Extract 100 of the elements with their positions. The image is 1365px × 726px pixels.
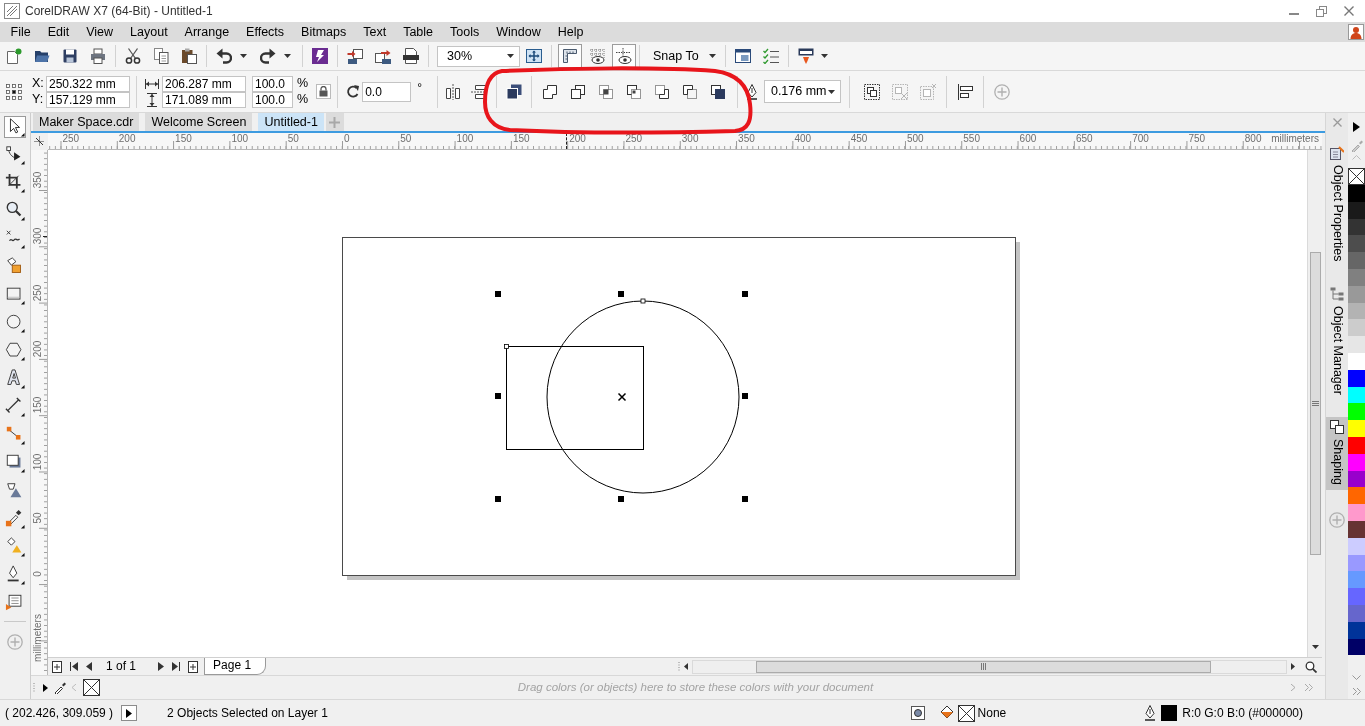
vertical-scrollbar[interactable] [1307,150,1322,657]
eyedropper-icon[interactable] [4,508,26,530]
selection-handle[interactable] [742,393,748,399]
document-tab[interactable]: Welcome Screen [145,113,253,131]
menu-item[interactable]: Help [549,22,592,42]
menu-item[interactable]: Text [354,22,395,42]
menu-item[interactable]: Arrange [176,22,238,42]
ellipse-icon[interactable] [4,312,26,334]
docker-tab[interactable]: Object Manager [1326,283,1348,401]
clipboard-icon[interactable] [181,48,197,64]
lightning-tile-icon[interactable] [312,48,328,64]
overlapping-squares-icon[interactable] [569,83,586,100]
flyout-arrow-icon[interactable] [1353,122,1360,132]
user-icon[interactable] [1348,24,1364,40]
close-icon[interactable] [1344,6,1354,16]
selection-handle[interactable] [742,496,748,502]
framed-squares-icon[interactable] [863,83,880,100]
caret-icon[interactable] [283,54,291,58]
color-swatch[interactable] [1348,571,1365,589]
merged-squares-icon[interactable] [541,83,558,100]
no-color-swatch[interactable] [1348,168,1365,185]
color-swatch[interactable] [1348,487,1365,505]
banded-document-icon[interactable] [403,48,419,64]
node-handle[interactable] [640,298,646,304]
selection-handle[interactable] [742,291,748,297]
expand-arrow-icon[interactable] [43,683,48,692]
scale-x-field[interactable]: 100.0 [252,75,293,92]
scroll-left-icon[interactable] [684,663,688,670]
outline-width-dropdown[interactable]: 0.176 mm [763,80,841,103]
scrollbar-thumb[interactable] [1309,252,1321,555]
caret-icon[interactable] [239,54,247,58]
no-color-icon[interactable] [83,679,100,696]
add-page-icon[interactable] [188,660,199,673]
combined-squares-icon[interactable] [505,83,522,100]
status-menu-button[interactable] [121,705,138,721]
text-tool-icon[interactable] [4,368,26,390]
dotted-squares-icon[interactable] [653,83,670,100]
color-swatch[interactable] [1348,403,1365,421]
node-handle[interactable] [504,344,509,349]
rulers-toggle[interactable] [558,44,582,68]
selection-handle[interactable] [495,393,501,399]
snap-to-dropdown[interactable]: Snap To [647,45,722,67]
menu-item[interactable]: Edit [39,22,78,42]
new-document-icon[interactable] [6,48,22,64]
restore-icon[interactable] [1316,5,1327,17]
selection-handle[interactable] [618,496,624,502]
copy-icon[interactable] [153,48,169,64]
nested-squares-icon[interactable] [625,83,642,100]
stacked-squares-icon[interactable] [709,83,726,100]
export-icon[interactable] [375,48,391,64]
guidelines-toggle[interactable] [612,44,636,68]
color-swatch[interactable] [1348,235,1365,253]
hexagon-icon[interactable] [4,340,26,362]
scroll-down-icon[interactable] [1311,645,1319,649]
zoom-icon[interactable] [4,200,26,222]
full-screen-icon[interactable] [526,48,542,64]
folder-icon[interactable] [34,48,50,64]
document-tab[interactable]: Maker Space.cdr [33,113,140,131]
lock-ratio-button[interactable] [316,84,332,99]
selection-handle[interactable] [618,291,624,297]
menu-item[interactable]: Layout [121,22,177,42]
object-origin-icon[interactable] [6,83,22,100]
docker-tab[interactable]: Object Properties [1326,143,1348,268]
docker-tab[interactable]: Shaping [1326,416,1348,491]
drop-shadow-icon[interactable] [4,452,26,474]
save-icon[interactable] [62,48,78,64]
fill-bucket-icon[interactable] [938,705,955,721]
caret-icon[interactable] [821,54,829,58]
options-window-icon[interactable] [734,48,751,64]
menu-item[interactable]: View [77,22,122,42]
window-flame-icon[interactable] [797,48,814,64]
connector-icon[interactable] [4,424,26,446]
zoom-level-dropdown[interactable]: 30% [437,45,520,67]
selection-handle[interactable] [495,291,501,297]
zoom-icon[interactable] [1305,660,1317,673]
color-swatch[interactable] [1348,252,1365,269]
squiggle-icon[interactable] [4,228,26,250]
color-swatch[interactable] [1348,588,1365,605]
redo-icon[interactable] [260,48,276,64]
ruler-origin-icon[interactable] [34,136,45,147]
horizontal-scrollbar[interactable] [692,659,1287,674]
rotation-field[interactable]: 0.0 [362,81,412,102]
menu-item[interactable]: File [2,22,40,42]
scissors-icon[interactable] [125,48,141,64]
color-swatch[interactable] [1348,420,1365,437]
last-page-icon[interactable] [172,662,181,671]
menu-item[interactable]: Tools [441,22,488,42]
mirror-vertical-icon[interactable] [470,83,487,100]
printer-icon[interactable] [90,48,106,64]
dimension-line-icon[interactable] [4,396,26,418]
diamond-triangle-icon[interactable] [4,536,26,558]
color-swatch[interactable] [1348,336,1365,353]
menu-item[interactable]: Table [394,22,442,42]
align-icon[interactable] [956,83,973,100]
menu-item[interactable]: Window [487,22,550,42]
document-tab[interactable]: Untitled-1 [258,113,324,131]
circle-shape[interactable] [546,300,740,494]
color-swatch[interactable] [1348,185,1365,202]
width-field[interactable]: 206.287 mm [162,75,246,92]
add-page-icon[interactable] [52,660,62,673]
